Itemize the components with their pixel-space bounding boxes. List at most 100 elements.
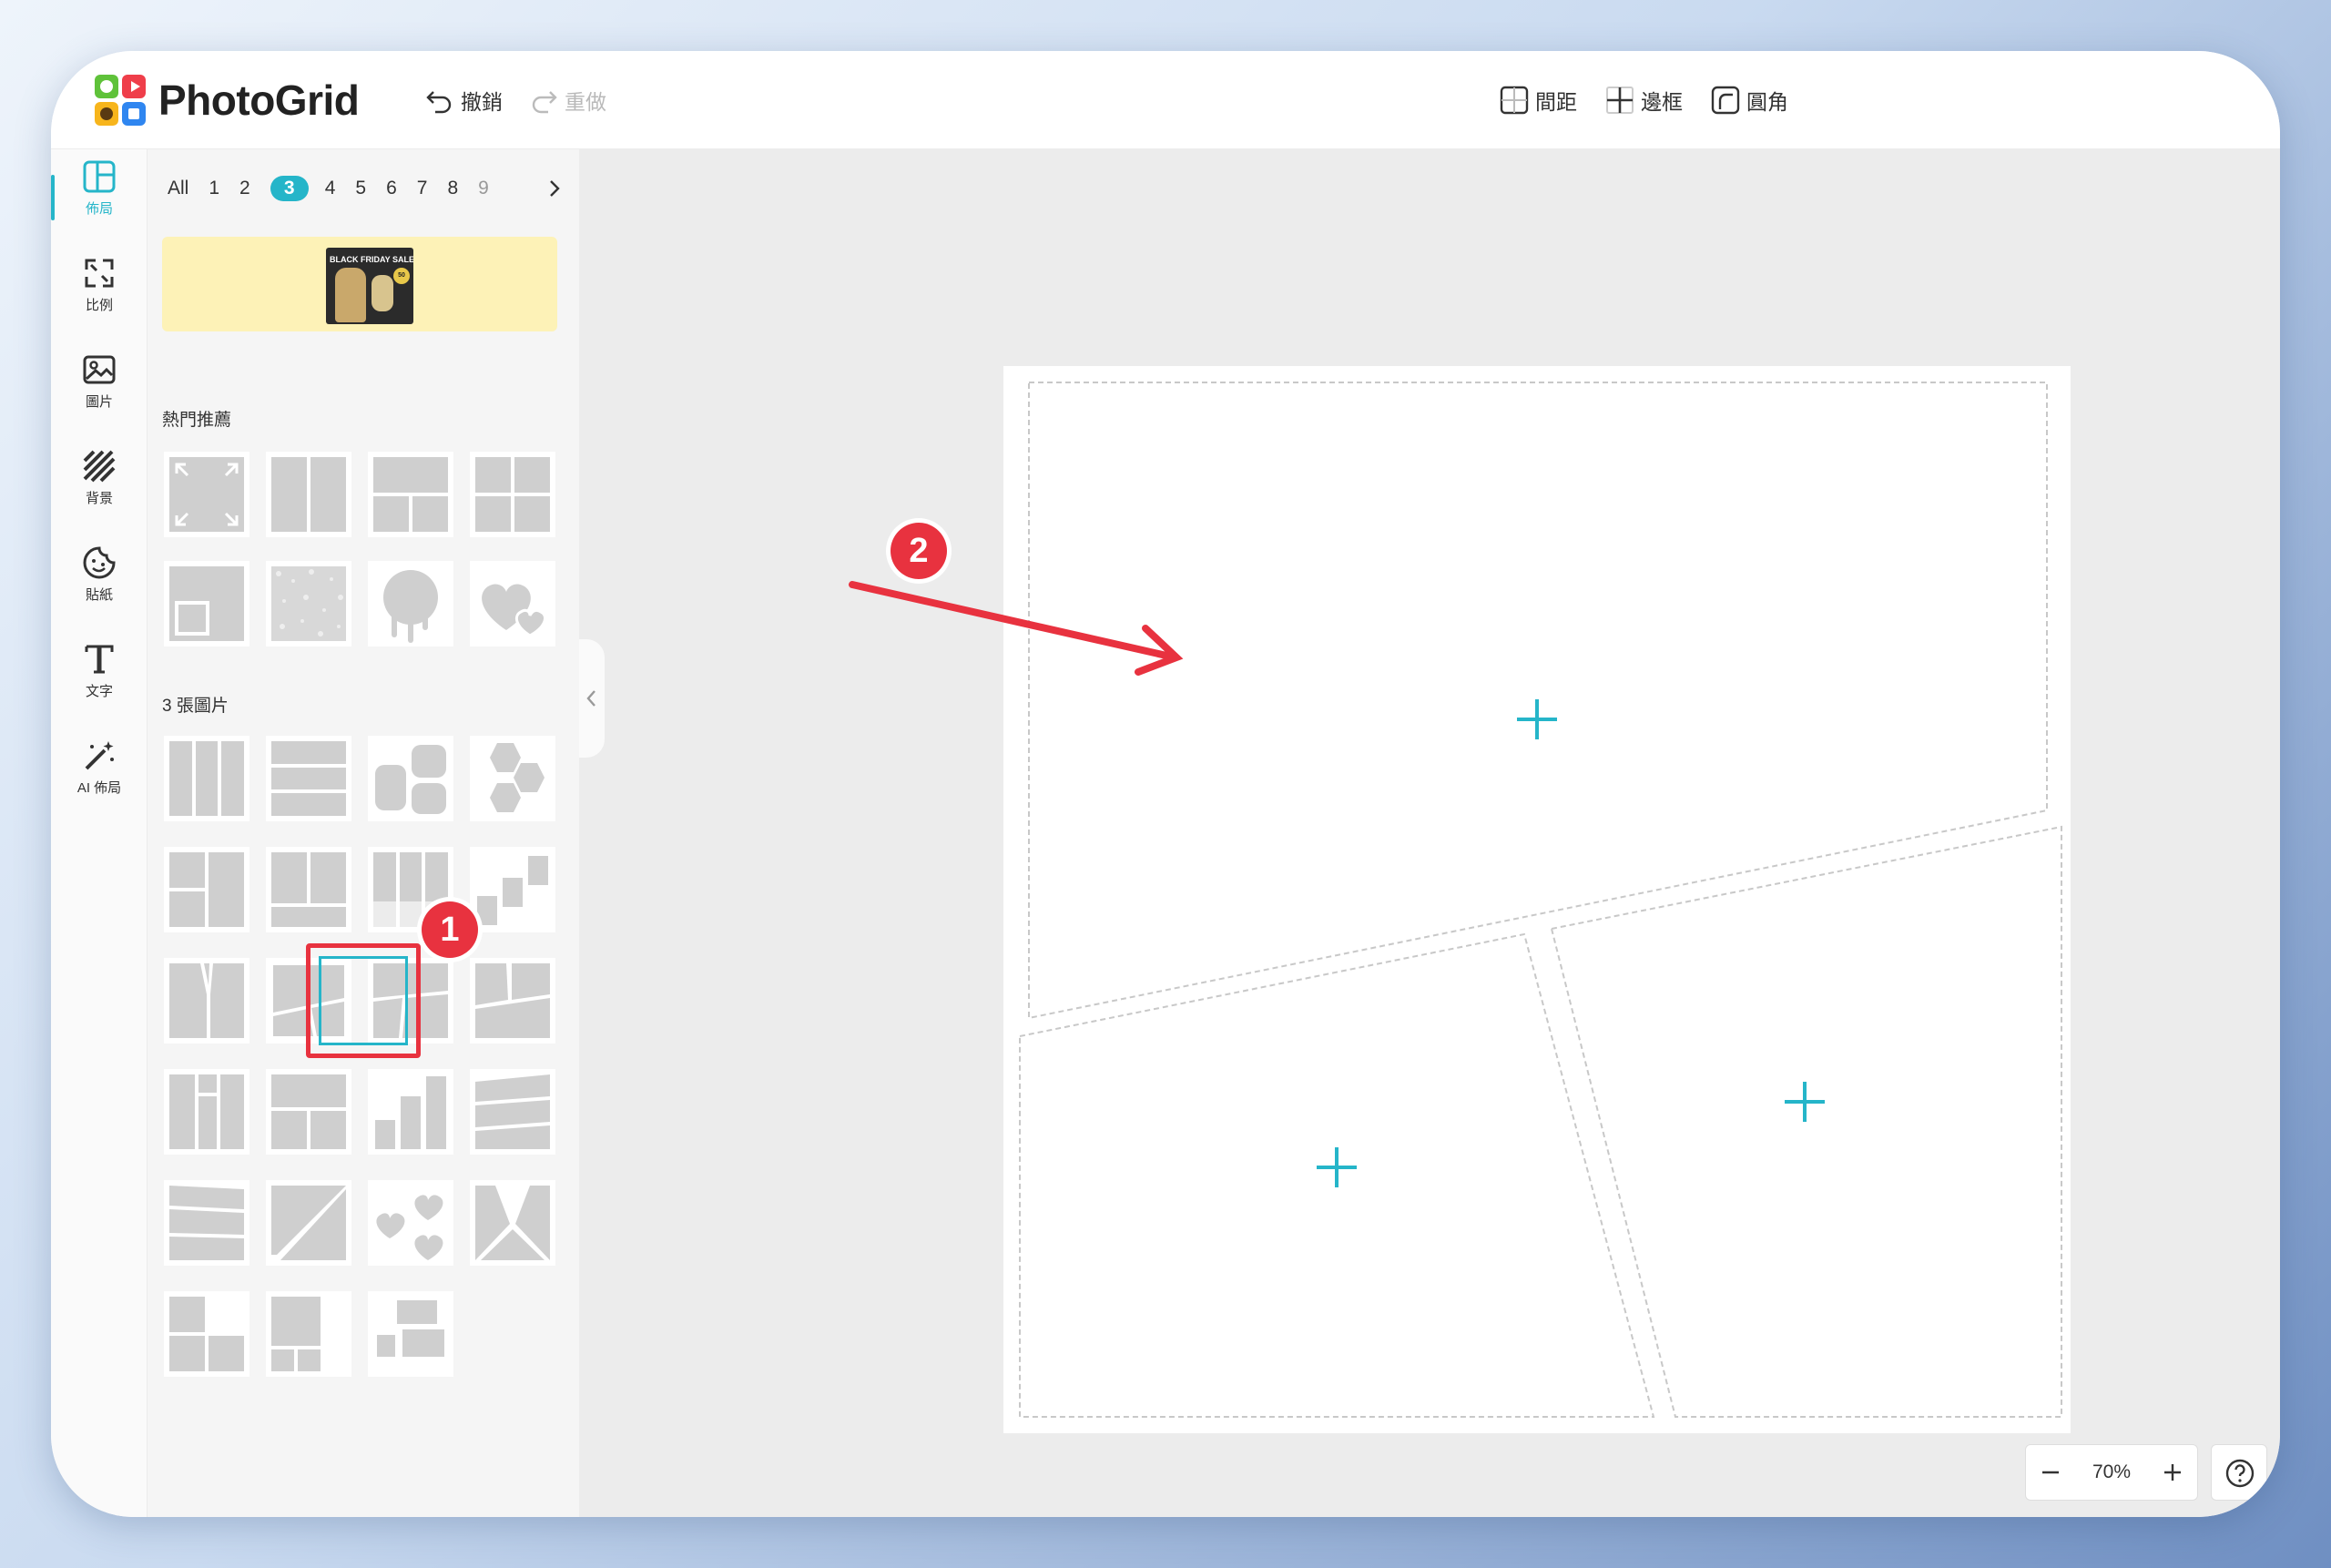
rail-item-image[interactable]: 圖片 bbox=[51, 348, 148, 430]
rail-item-text[interactable]: 文字 bbox=[51, 637, 148, 719]
layout-thumb-3-mixed[interactable] bbox=[266, 1069, 351, 1155]
rail-label: 貼紙 bbox=[85, 587, 113, 603]
border-icon bbox=[1606, 87, 1634, 114]
layout-thumb-3-tilted[interactable] bbox=[470, 958, 555, 1044]
promo-figure-2 bbox=[372, 275, 393, 311]
redo-button[interactable]: 重做 bbox=[528, 82, 606, 118]
layout-icon bbox=[83, 160, 116, 193]
count-tab-5[interactable]: 5 bbox=[355, 175, 366, 202]
count-tab-9[interactable]: 9 bbox=[478, 175, 489, 202]
ratio-icon bbox=[85, 259, 114, 288]
promo-figure bbox=[335, 268, 366, 322]
layout-thumb-3-bars[interactable] bbox=[368, 1069, 453, 1155]
photogrid-logo-icon bbox=[95, 75, 146, 126]
layout-thumb-snow[interactable] bbox=[266, 561, 351, 647]
chevron-right-icon[interactable] bbox=[541, 175, 568, 202]
corner-button[interactable]: 圓角 bbox=[1710, 82, 1788, 118]
count-tab-3[interactable]: 3 bbox=[270, 176, 309, 201]
section-title-hot: 熱門推薦 bbox=[162, 411, 232, 430]
magic-wand-icon bbox=[85, 741, 114, 770]
layout-thumb-3-l-shape[interactable] bbox=[164, 1291, 249, 1377]
corner-radius-icon bbox=[1711, 86, 1740, 115]
tool-rail: 佈局 比例 圖片 背景 貼紙 文字 AI 佈局 bbox=[51, 149, 148, 1517]
expand-arrows-icon bbox=[169, 457, 244, 532]
count-tab-7[interactable]: 7 bbox=[417, 175, 428, 202]
app-brand: PhotoGrid bbox=[158, 76, 360, 124]
top-toolbar: PhotoGrid 撤銷 重做 間距 邊框 圓角 bbox=[51, 51, 2280, 149]
layout-thumb-3-steps[interactable] bbox=[470, 847, 555, 932]
layout-thumb-3-rounded[interactable] bbox=[368, 736, 453, 821]
layout-thumb-3-offset[interactable] bbox=[368, 1291, 453, 1377]
promo-badge: 50 bbox=[393, 268, 410, 284]
layout-thumb-3-diagonal[interactable] bbox=[266, 1180, 351, 1266]
collage-canvas bbox=[849, 366, 2071, 1433]
layout-thumb-3-skewed-rows[interactable] bbox=[470, 1069, 555, 1155]
rail-label: 比例 bbox=[85, 298, 113, 313]
layout-thumb-3-skewed-rows-alt[interactable] bbox=[164, 1180, 249, 1266]
undo-label: 撤銷 bbox=[461, 90, 503, 114]
zoom-out-icon[interactable] bbox=[2039, 1461, 2062, 1484]
border-label: 邊框 bbox=[1641, 90, 1683, 114]
zoom-control: 70% bbox=[2025, 1444, 2198, 1501]
layout-thumb-single-expand[interactable] bbox=[164, 452, 249, 537]
count-tab-6[interactable]: 6 bbox=[386, 175, 397, 202]
zoom-in-icon[interactable] bbox=[2161, 1461, 2184, 1484]
spacing-button[interactable]: 間距 bbox=[1499, 82, 1577, 118]
text-icon bbox=[85, 645, 114, 674]
layout-thumb-3-top-two[interactable] bbox=[266, 847, 351, 932]
background-icon bbox=[83, 450, 116, 483]
rail-label: 文字 bbox=[85, 684, 113, 699]
layout-thumb-hearts[interactable] bbox=[470, 561, 555, 647]
rail-label: 佈局 bbox=[85, 201, 113, 217]
promo-image: BLACK FRIDAY SALE 50 bbox=[326, 248, 413, 324]
rail-item-ratio[interactable]: 比例 bbox=[51, 251, 148, 333]
layout-thumb-3-left-big[interactable] bbox=[164, 1069, 249, 1155]
border-button[interactable]: 邊框 bbox=[1604, 82, 1683, 118]
zoom-value: 70% bbox=[2092, 1461, 2132, 1482]
count-tab-2[interactable]: 2 bbox=[239, 175, 250, 202]
rail-label: 背景 bbox=[85, 491, 113, 506]
rail-item-layout[interactable]: 佈局 bbox=[51, 155, 148, 237]
spacing-icon bbox=[1500, 86, 1529, 115]
help-icon bbox=[2225, 1459, 2255, 1488]
promo-banner-text: BLACK FRIDAY SALE bbox=[330, 255, 413, 264]
layout-thumb-3-envelope[interactable] bbox=[164, 958, 249, 1044]
promo-banner[interactable]: BLACK FRIDAY SALE 50 bbox=[162, 237, 557, 331]
app-window: PhotoGrid 撤銷 重做 間距 邊框 圓角 佈局 比例 圖片 背景 貼紙 … bbox=[51, 51, 2280, 1517]
layout-thumb-two-vertical[interactable] bbox=[266, 452, 351, 537]
layout-thumb-3-columns[interactable] bbox=[164, 736, 249, 821]
layout-thumb-3-left-stack[interactable] bbox=[164, 847, 249, 932]
rail-active-indicator bbox=[51, 175, 55, 220]
layout-thumb-3-tall-top[interactable] bbox=[266, 1291, 351, 1377]
layout-thumb-3-y-split[interactable] bbox=[470, 1180, 555, 1266]
help-button[interactable] bbox=[2211, 1444, 2267, 1501]
layout-thumb-3-rows[interactable] bbox=[266, 736, 351, 821]
rail-item-sticker[interactable]: 貼紙 bbox=[51, 541, 148, 623]
undo-button[interactable]: 撤銷 bbox=[424, 82, 503, 118]
canvas-workspace: 2 bbox=[579, 149, 2280, 1517]
corner-label: 圓角 bbox=[1746, 90, 1788, 114]
layout-thumb-3-hearts[interactable] bbox=[368, 1180, 453, 1266]
count-tab-4[interactable]: 4 bbox=[325, 175, 336, 202]
count-tab-1[interactable]: 1 bbox=[209, 175, 219, 202]
spacing-label: 間距 bbox=[1535, 90, 1577, 114]
selected-layout-outline bbox=[319, 956, 408, 1045]
layout-thumb-frame[interactable] bbox=[164, 561, 249, 647]
rail-label: 圖片 bbox=[85, 394, 113, 410]
layout-thumb-top-two-bottom[interactable] bbox=[368, 452, 453, 537]
layout-thumb-3-hexagons[interactable] bbox=[470, 736, 555, 821]
count-tab-all[interactable]: All bbox=[168, 175, 188, 202]
chevron-left-icon bbox=[586, 690, 595, 707]
image-icon bbox=[83, 355, 116, 384]
redo-label: 重做 bbox=[565, 90, 606, 114]
step-2-badge: 2 bbox=[891, 523, 947, 579]
layout-thumb-drip-circle[interactable] bbox=[368, 561, 453, 647]
rail-item-background[interactable]: 背景 bbox=[51, 444, 148, 526]
layout-thumb-four-grid[interactable] bbox=[470, 452, 555, 537]
step-1-badge: 1 bbox=[422, 901, 478, 958]
rail-label: AI 佈局 bbox=[76, 780, 122, 796]
layout-panel: All 1 2 3 4 5 6 7 8 9 BLACK FRIDAY SALE … bbox=[148, 149, 579, 1517]
count-tab-8[interactable]: 8 bbox=[447, 175, 458, 202]
panel-collapse-tab[interactable] bbox=[579, 639, 605, 758]
rail-item-ai-layout[interactable]: AI 佈局 bbox=[51, 734, 148, 816]
